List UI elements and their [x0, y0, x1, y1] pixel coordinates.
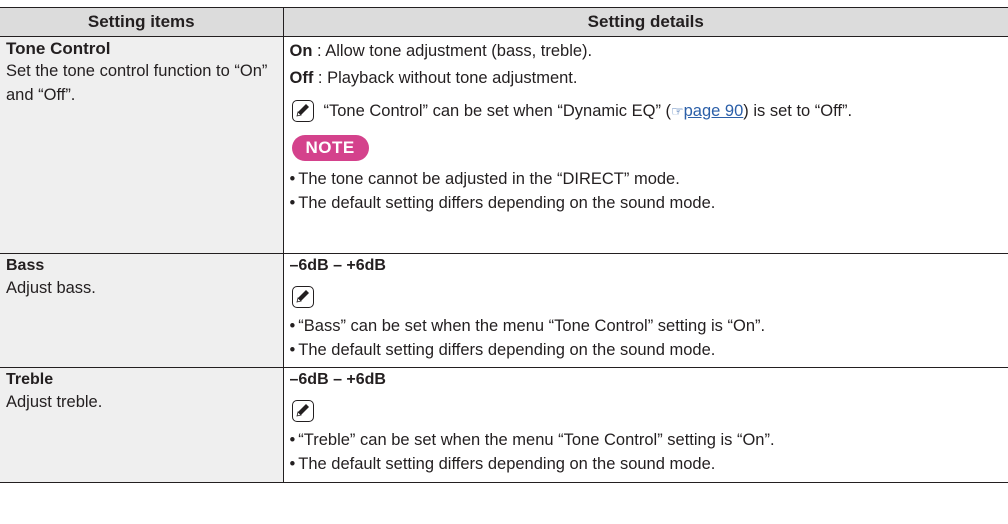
header-setting-items: Setting items — [0, 7, 284, 37]
list-item: The default setting differs depending on… — [290, 338, 1003, 362]
setting-item-cell: Treble Adjust treble. — [0, 367, 284, 483]
setting-title: Bass — [6, 257, 45, 274]
pencil-icon — [291, 400, 314, 422]
list-item: The default setting differs depending on… — [290, 452, 1003, 476]
setting-description: Adjust treble. — [6, 393, 103, 411]
setting-title: Tone Control — [6, 39, 111, 58]
list-item: “Treble” can be set when the menu “Tone … — [290, 428, 1003, 452]
option-off: Off : Playback without tone adjustment. — [289, 69, 578, 87]
settings-table: Setting items Setting details Tone Contr… — [0, 7, 1008, 483]
setting-range: –6dB – +6dB — [289, 257, 386, 274]
setting-item-cell: Tone Control Set the tone control functi… — [0, 36, 284, 254]
table-header: Setting items Setting details — [0, 7, 1008, 37]
page-link[interactable]: page 90 — [684, 102, 744, 120]
list-item: “Bass” can be set when the menu “Tone Co… — [290, 314, 1003, 338]
note-list: The tone cannot be adjusted in the “DIRE… — [290, 167, 1003, 215]
pencil-icon — [291, 286, 314, 308]
note-list: “Treble” can be set when the menu “Tone … — [290, 428, 1003, 476]
setting-description: Adjust bass. — [6, 279, 96, 297]
option-on: On : Allow tone adjustment (bass, treble… — [289, 42, 593, 60]
table-row: Treble Adjust treble. –6dB – +6dB “Trebl… — [0, 367, 1008, 483]
list-item: The default setting differs depending on… — [290, 191, 1003, 215]
setting-details-cell: –6dB – +6dB “Bass” can be set when the m… — [283, 253, 1008, 368]
setting-range: –6dB – +6dB — [289, 371, 386, 388]
table-row: Bass Adjust bass. –6dB – +6dB “Bass” can… — [0, 253, 1008, 368]
pencil-icon — [291, 100, 314, 122]
tip-note: “Tone Control” can be set when “Dynamic … — [290, 98, 1003, 125]
header-setting-details: Setting details — [283, 7, 1008, 37]
note-badge: NOTE — [291, 135, 369, 161]
note-list: “Bass” can be set when the menu “Tone Co… — [290, 314, 1003, 362]
setting-title: Treble — [6, 371, 54, 388]
list-item: The tone cannot be adjusted in the “DIRE… — [290, 167, 1003, 191]
table-row: Tone Control Set the tone control functi… — [0, 36, 1008, 254]
setting-item-cell: Bass Adjust bass. — [0, 253, 284, 368]
setting-description: Set the tone control function to “On” an… — [6, 62, 268, 104]
setting-details-cell: On : Allow tone adjustment (bass, treble… — [283, 36, 1008, 254]
pointing-hand-icon: ☞ — [671, 103, 684, 119]
setting-details-cell: –6dB – +6dB “Treble” can be set when the… — [283, 367, 1008, 483]
